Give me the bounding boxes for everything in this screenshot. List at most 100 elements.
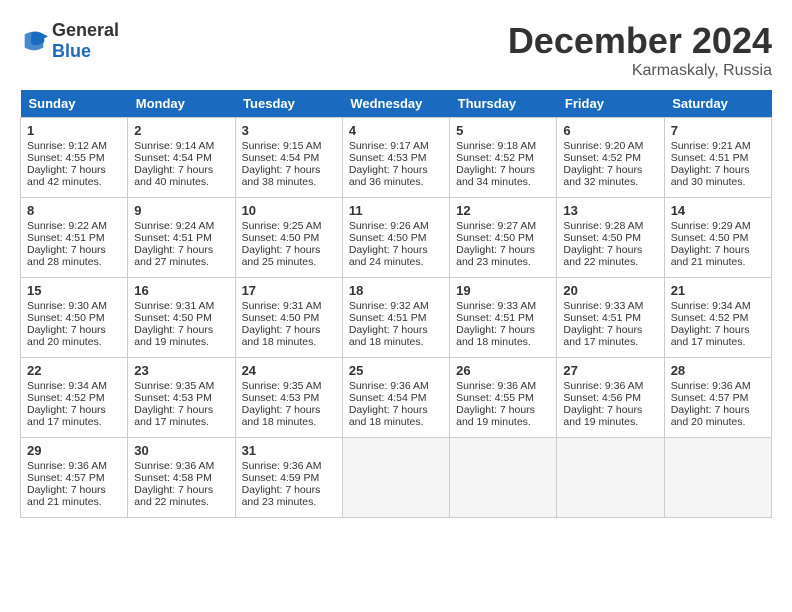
day-number-19: 19 (456, 283, 550, 298)
day-number-30: 30 (134, 443, 228, 458)
day-cell-9: 9 Sunrise: 9:24 AM Sunset: 4:51 PM Dayli… (128, 198, 235, 278)
day-number-23: 23 (134, 363, 228, 378)
logo-icon (20, 27, 48, 55)
daylight-21: Daylight: 7 hours and 17 minutes. (671, 324, 750, 348)
sunrise-4: Sunrise: 9:17 AM (349, 140, 429, 152)
logo-blue: Blue (52, 41, 91, 61)
sunset-22: Sunset: 4:52 PM (27, 392, 105, 404)
daylight-20: Daylight: 7 hours and 17 minutes. (563, 324, 642, 348)
col-friday: Friday (557, 90, 664, 118)
sunset-23: Sunset: 4:53 PM (134, 392, 212, 404)
daylight-29: Daylight: 7 hours and 21 minutes. (27, 484, 106, 508)
sunset-9: Sunset: 4:51 PM (134, 232, 212, 244)
week-row-4: 22 Sunrise: 9:34 AM Sunset: 4:52 PM Dayl… (21, 358, 772, 438)
daylight-12: Daylight: 7 hours and 23 minutes. (456, 244, 535, 268)
daylight-17: Daylight: 7 hours and 18 minutes. (242, 324, 321, 348)
col-wednesday: Wednesday (342, 90, 449, 118)
sunrise-27: Sunrise: 9:36 AM (563, 380, 643, 392)
day-number-25: 25 (349, 363, 443, 378)
day-cell-5: 5 Sunrise: 9:18 AM Sunset: 4:52 PM Dayli… (450, 118, 557, 198)
daylight-8: Daylight: 7 hours and 28 minutes. (27, 244, 106, 268)
day-cell-2: 2 Sunrise: 9:14 AM Sunset: 4:54 PM Dayli… (128, 118, 235, 198)
sunset-30: Sunset: 4:58 PM (134, 472, 212, 484)
day-number-13: 13 (563, 203, 657, 218)
day-number-29: 29 (27, 443, 121, 458)
sunset-2: Sunset: 4:54 PM (134, 152, 212, 164)
day-cell-21: 21 Sunrise: 9:34 AM Sunset: 4:52 PM Dayl… (664, 278, 771, 358)
day-cell-4: 4 Sunrise: 9:17 AM Sunset: 4:53 PM Dayli… (342, 118, 449, 198)
sunset-17: Sunset: 4:50 PM (242, 312, 320, 324)
day-number-5: 5 (456, 123, 550, 138)
day-number-16: 16 (134, 283, 228, 298)
day-number-14: 14 (671, 203, 765, 218)
sunrise-20: Sunrise: 9:33 AM (563, 300, 643, 312)
day-number-12: 12 (456, 203, 550, 218)
day-cell-26: 26 Sunrise: 9:36 AM Sunset: 4:55 PM Dayl… (450, 358, 557, 438)
day-cell-12: 12 Sunrise: 9:27 AM Sunset: 4:50 PM Dayl… (450, 198, 557, 278)
sunset-12: Sunset: 4:50 PM (456, 232, 534, 244)
day-cell-7: 7 Sunrise: 9:21 AM Sunset: 4:51 PM Dayli… (664, 118, 771, 198)
day-cell-10: 10 Sunrise: 9:25 AM Sunset: 4:50 PM Dayl… (235, 198, 342, 278)
day-cell-23: 23 Sunrise: 9:35 AM Sunset: 4:53 PM Dayl… (128, 358, 235, 438)
daylight-18: Daylight: 7 hours and 18 minutes. (349, 324, 428, 348)
day-cell-30: 30 Sunrise: 9:36 AM Sunset: 4:58 PM Dayl… (128, 438, 235, 518)
logo: General Blue (20, 20, 119, 62)
title-block: December 2024 Karmaskaly, Russia (508, 20, 772, 80)
sunrise-25: Sunrise: 9:36 AM (349, 380, 429, 392)
header-row: Sunday Monday Tuesday Wednesday Thursday… (21, 90, 772, 118)
col-saturday: Saturday (664, 90, 771, 118)
sunrise-8: Sunrise: 9:22 AM (27, 220, 107, 232)
sunset-4: Sunset: 4:53 PM (349, 152, 427, 164)
daylight-22: Daylight: 7 hours and 17 minutes. (27, 404, 106, 428)
page-header: General Blue December 2024 Karmaskaly, R… (20, 20, 772, 80)
sunrise-17: Sunrise: 9:31 AM (242, 300, 322, 312)
daylight-2: Daylight: 7 hours and 40 minutes. (134, 164, 213, 188)
sunrise-18: Sunrise: 9:32 AM (349, 300, 429, 312)
sunrise-26: Sunrise: 9:36 AM (456, 380, 536, 392)
daylight-6: Daylight: 7 hours and 32 minutes. (563, 164, 642, 188)
sunset-21: Sunset: 4:52 PM (671, 312, 749, 324)
day-cell-6: 6 Sunrise: 9:20 AM Sunset: 4:52 PM Dayli… (557, 118, 664, 198)
daylight-26: Daylight: 7 hours and 19 minutes. (456, 404, 535, 428)
day-number-6: 6 (563, 123, 657, 138)
day-cell-31: 31 Sunrise: 9:36 AM Sunset: 4:59 PM Dayl… (235, 438, 342, 518)
sunset-15: Sunset: 4:50 PM (27, 312, 105, 324)
sunrise-23: Sunrise: 9:35 AM (134, 380, 214, 392)
daylight-5: Daylight: 7 hours and 34 minutes. (456, 164, 535, 188)
empty-cell (342, 438, 449, 518)
sunrise-30: Sunrise: 9:36 AM (134, 460, 214, 472)
daylight-19: Daylight: 7 hours and 18 minutes. (456, 324, 535, 348)
day-cell-16: 16 Sunrise: 9:31 AM Sunset: 4:50 PM Dayl… (128, 278, 235, 358)
day-number-24: 24 (242, 363, 336, 378)
sunset-3: Sunset: 4:54 PM (242, 152, 320, 164)
day-number-15: 15 (27, 283, 121, 298)
daylight-11: Daylight: 7 hours and 24 minutes. (349, 244, 428, 268)
day-number-4: 4 (349, 123, 443, 138)
empty-cell (557, 438, 664, 518)
week-row-5: 29 Sunrise: 9:36 AM Sunset: 4:57 PM Dayl… (21, 438, 772, 518)
day-cell-20: 20 Sunrise: 9:33 AM Sunset: 4:51 PM Dayl… (557, 278, 664, 358)
sunrise-29: Sunrise: 9:36 AM (27, 460, 107, 472)
sunrise-3: Sunrise: 9:15 AM (242, 140, 322, 152)
sunrise-28: Sunrise: 9:36 AM (671, 380, 751, 392)
sunset-16: Sunset: 4:50 PM (134, 312, 212, 324)
day-cell-22: 22 Sunrise: 9:34 AM Sunset: 4:52 PM Dayl… (21, 358, 128, 438)
daylight-28: Daylight: 7 hours and 20 minutes. (671, 404, 750, 428)
day-number-18: 18 (349, 283, 443, 298)
sunrise-9: Sunrise: 9:24 AM (134, 220, 214, 232)
day-cell-18: 18 Sunrise: 9:32 AM Sunset: 4:51 PM Dayl… (342, 278, 449, 358)
location-title: Karmaskaly, Russia (508, 62, 772, 80)
sunset-25: Sunset: 4:54 PM (349, 392, 427, 404)
col-tuesday: Tuesday (235, 90, 342, 118)
logo-text: General Blue (52, 20, 119, 62)
sunrise-16: Sunrise: 9:31 AM (134, 300, 214, 312)
sunset-1: Sunset: 4:55 PM (27, 152, 105, 164)
daylight-10: Daylight: 7 hours and 25 minutes. (242, 244, 321, 268)
sunset-11: Sunset: 4:50 PM (349, 232, 427, 244)
day-number-1: 1 (27, 123, 121, 138)
sunset-20: Sunset: 4:51 PM (563, 312, 641, 324)
day-number-27: 27 (563, 363, 657, 378)
day-cell-15: 15 Sunrise: 9:30 AM Sunset: 4:50 PM Dayl… (21, 278, 128, 358)
day-number-2: 2 (134, 123, 228, 138)
sunrise-2: Sunrise: 9:14 AM (134, 140, 214, 152)
